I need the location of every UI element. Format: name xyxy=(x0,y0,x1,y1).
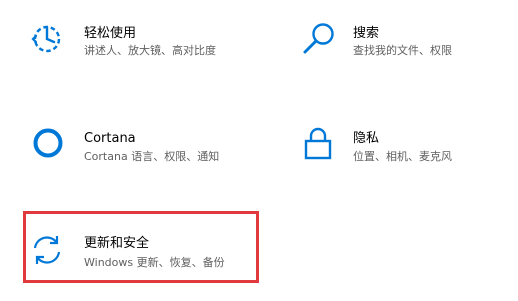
highlight-box xyxy=(23,211,259,283)
tile-search[interactable]: 搜索 查找我的文件、权限 xyxy=(300,22,510,68)
search-icon xyxy=(303,23,334,54)
tile-ease-of-access[interactable]: 轻松使用 讲述人、放大镜、高对比度 xyxy=(30,22,240,68)
tile-title: 轻松使用 xyxy=(84,26,137,41)
tile-title: Cortana xyxy=(84,131,136,146)
ease-of-access-icon xyxy=(31,25,61,53)
tile-privacy[interactable]: 隐私 位置、相机、麦克风 xyxy=(300,126,510,172)
tile-description: Cortana 语言、权限、通知 xyxy=(84,150,220,163)
cortana-icon xyxy=(33,128,63,158)
tile-description: 查找我的文件、权限 xyxy=(353,44,452,57)
tile-description: 讲述人、放大镜、高对比度 xyxy=(84,44,216,57)
tile-description: 位置、相机、麦克风 xyxy=(353,150,452,163)
tile-title: 搜索 xyxy=(353,26,380,41)
tile-title: 隐私 xyxy=(353,131,380,146)
lock-icon xyxy=(304,127,332,160)
tile-cortana[interactable]: Cortana Cortana 语言、权限、通知 xyxy=(30,126,240,172)
